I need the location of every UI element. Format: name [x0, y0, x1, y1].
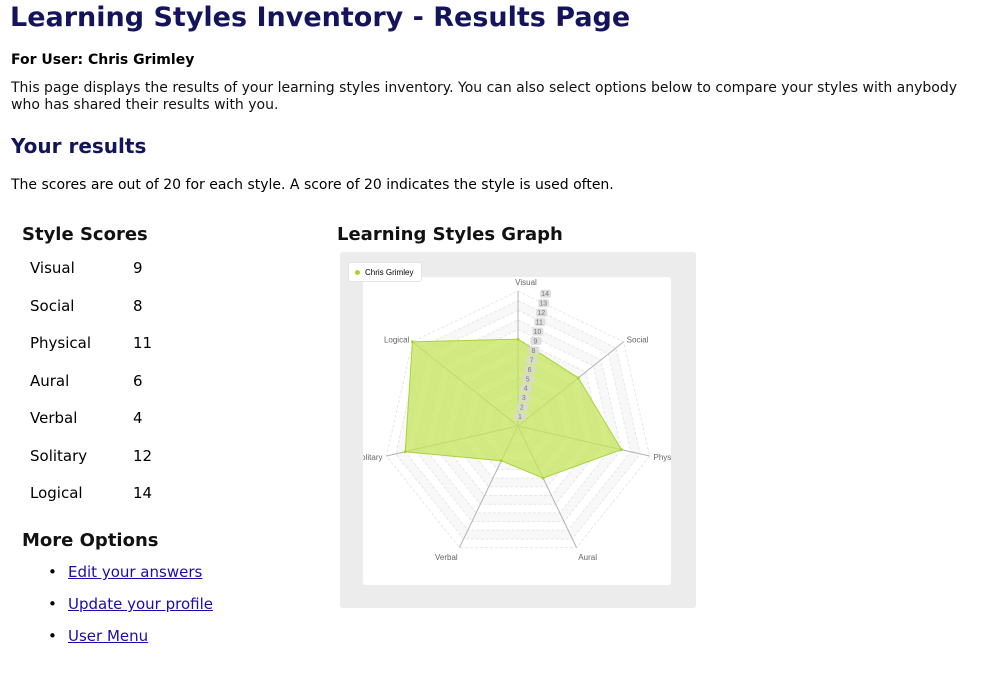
score-style-name: Social [30, 296, 75, 315]
page-title: Learning Styles Inventory - Results Page [10, 2, 631, 33]
axis-label: Logical [384, 335, 410, 344]
axis-label: Aural [578, 553, 597, 562]
axis-label: Solitary [363, 453, 382, 462]
radar-chart: 1234567891011121314VisualSocialPhysicalA… [356, 278, 684, 562]
score-row-visual: Visual 9 [30, 258, 152, 296]
legend-marker [355, 269, 360, 275]
series-point [541, 476, 545, 480]
score-value: 11 [133, 334, 153, 352]
score-style-name: Solitary [30, 446, 88, 465]
score-value: 12 [133, 446, 153, 465]
score-style-name: Verbal [30, 409, 78, 427]
series-point [403, 450, 407, 454]
score-value: 4 [133, 409, 143, 427]
graph-heading: Learning Styles Graph [337, 224, 563, 245]
series-point [619, 448, 623, 452]
series-point [410, 340, 414, 344]
bullet-icon: • [48, 627, 57, 645]
score-value: 8 [133, 296, 143, 315]
user-line: For User: Chris Grimley [11, 52, 195, 68]
more-options-heading: More Options [22, 530, 159, 551]
list-item: • Update your profile [48, 595, 213, 627]
tick-label: 8 [532, 348, 536, 355]
tick-label: 6 [528, 367, 532, 374]
tick-label: 5 [526, 376, 530, 383]
tick-label: 13 [539, 301, 547, 308]
tick-label: 1 [518, 414, 522, 421]
score-row-aural: Aural 6 [30, 371, 152, 409]
bullet-icon: • [48, 563, 57, 581]
score-style-name: Logical [30, 484, 83, 502]
score-style-name: Visual [30, 259, 75, 277]
edit-answers-link[interactable]: Edit your answers [68, 563, 202, 595]
tick-label: 9 [533, 338, 537, 345]
user-menu-link[interactable]: User Menu [68, 627, 148, 659]
results-heading: Your results [11, 134, 147, 158]
scores-note: The scores are out of 20 for each style.… [11, 177, 614, 193]
style-scores-heading: Style Scores [22, 224, 148, 245]
tick-label: 11 [536, 320, 543, 327]
intro-text: This page displays the results of your l… [11, 80, 958, 113]
tick-label: 2 [520, 405, 524, 412]
graph-frame: 1234567891011121314VisualSocialPhysicalA… [340, 252, 696, 608]
list-item: • User Menu [48, 627, 213, 659]
score-style-name: Physical [30, 334, 92, 352]
score-value: 14 [133, 484, 153, 502]
legend-label: Chris Grimley [365, 267, 414, 277]
chart-legend[interactable]: Chris Grimley [348, 262, 423, 282]
axis-label: Physical [654, 453, 671, 462]
series-point [516, 337, 520, 341]
score-row-logical: Logical 14 [30, 483, 152, 521]
tick-label: 3 [522, 395, 526, 402]
tick-label: 14 [541, 291, 549, 298]
score-row-verbal: Verbal 4 [30, 408, 152, 446]
axis-label: Social [627, 335, 649, 344]
list-item: • Edit your answers [48, 563, 213, 595]
score-value: 9 [133, 259, 143, 277]
score-row-social: Social 8 [30, 296, 152, 334]
graph-panel: 1234567891011121314VisualSocialPhysicalA… [356, 277, 684, 585]
score-value: 6 [133, 371, 143, 390]
series-point [499, 459, 503, 463]
score-row-physical: Physical 11 [30, 333, 152, 371]
tick-label: 4 [524, 386, 528, 393]
scores-table: Visual 9 Social 8 Physical 11 Aural 6 Ve… [30, 258, 152, 521]
axis-label: Visual [515, 278, 537, 287]
score-style-name: Aural [30, 371, 70, 390]
tick-label: 7 [530, 357, 534, 364]
options-list: • Edit your answers • Update your profil… [48, 563, 213, 659]
tick-label: 12 [537, 310, 545, 317]
tick-label: 10 [533, 329, 541, 336]
series-point [576, 376, 580, 380]
axis-label: Verbal [435, 553, 458, 562]
update-profile-link[interactable]: Update your profile [68, 595, 213, 627]
bullet-icon: • [48, 595, 57, 613]
score-row-solitary: Solitary 12 [30, 446, 152, 484]
